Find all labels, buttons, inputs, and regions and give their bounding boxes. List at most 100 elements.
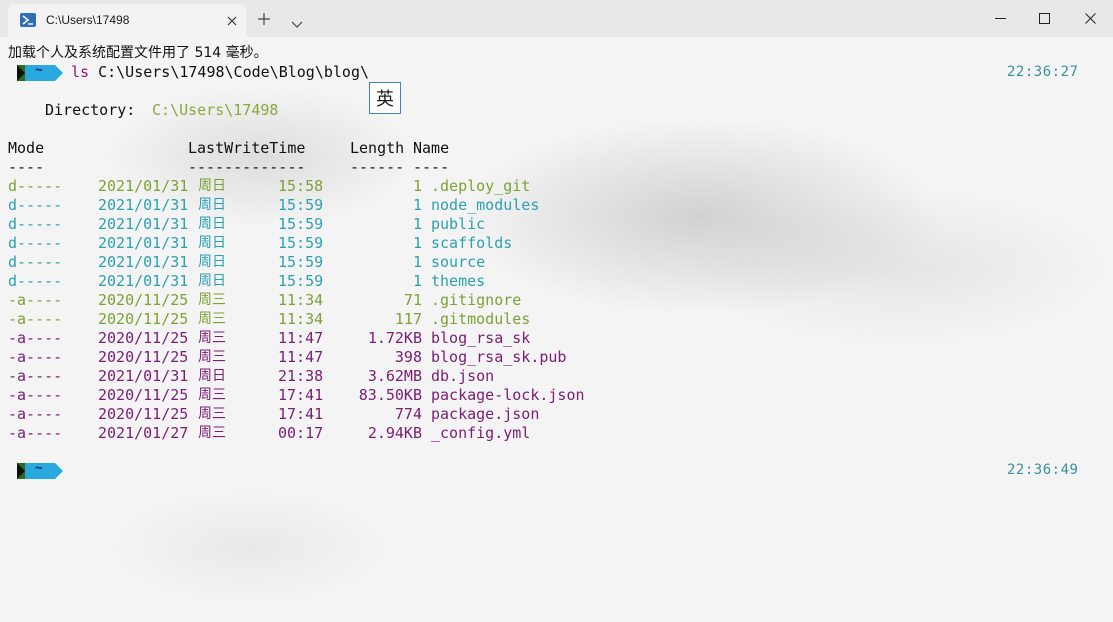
weekday-cell: 周日 bbox=[198, 197, 226, 213]
minimize-button[interactable] bbox=[977, 0, 1023, 37]
header-length: Length bbox=[350, 139, 405, 157]
mode-cell: -a---- bbox=[8, 405, 63, 423]
length-cell: 1 bbox=[412, 215, 422, 233]
weekday-cell: 周日 bbox=[198, 273, 226, 289]
table-row: -a---- 2020/11/25 周三 11:34 71 .gitignore bbox=[0, 291, 700, 310]
mode-cell: -a---- bbox=[8, 386, 63, 404]
time-cell: 11:47 bbox=[278, 348, 324, 366]
name-cell: themes bbox=[431, 272, 486, 290]
load-message: 加载个人及系统配置文件用了 514 毫秒。 bbox=[8, 45, 268, 61]
table-row: d----- 2021/01/31 周日 15:59 1 source bbox=[0, 253, 700, 272]
weekday-cell: 周日 bbox=[198, 368, 226, 384]
length-cell: 1 bbox=[412, 177, 422, 195]
time-cell: 15:59 bbox=[278, 196, 324, 214]
length-cell: 1 bbox=[412, 253, 422, 271]
mode-cell: -a---- bbox=[8, 367, 63, 385]
date-cell: 2021/01/31 bbox=[98, 177, 189, 195]
mode-cell: d----- bbox=[8, 272, 63, 290]
header-mode: Mode bbox=[8, 139, 45, 157]
length-cell: 398 bbox=[394, 348, 422, 366]
minimize-icon bbox=[995, 18, 1006, 19]
name-cell: public bbox=[431, 215, 486, 233]
date-cell: 2021/01/31 bbox=[98, 215, 189, 233]
table-row: -a---- 2021/01/27 周三 00:17 2.94KB _config.yml bbox=[0, 424, 700, 443]
weekday-cell: 周三 bbox=[198, 425, 226, 441]
weekday-cell: 周三 bbox=[198, 292, 226, 308]
maximize-icon bbox=[1039, 13, 1050, 24]
title-bar: C:\Users\17498 bbox=[0, 0, 1113, 37]
time-cell: 17:41 bbox=[278, 386, 324, 404]
table-row: d----- 2021/01/31 周日 15:58 1 .deploy_git bbox=[0, 177, 700, 196]
directory-path: C:\Users\17498 bbox=[152, 101, 279, 119]
mode-cell: d----- bbox=[8, 215, 63, 233]
mode-cell: -a---- bbox=[8, 310, 63, 328]
prompt-symbol: ~ bbox=[35, 63, 43, 78]
name-cell: db.json bbox=[431, 367, 495, 385]
new-tab-icon[interactable] bbox=[257, 11, 271, 25]
maximize-button[interactable] bbox=[1021, 0, 1067, 37]
command-keyword: ls bbox=[71, 63, 90, 81]
length-cell: 71 bbox=[403, 291, 422, 309]
date-cell: 2020/11/25 bbox=[98, 348, 189, 366]
length-cell: 117 bbox=[394, 310, 422, 328]
header-lastwritetime: LastWriteTime bbox=[188, 139, 306, 157]
prompt-badge: ~ bbox=[17, 63, 63, 81]
tab-terminal[interactable]: C:\Users\17498 bbox=[8, 4, 246, 37]
table-row: d----- 2021/01/31 周日 15:59 1 scaffolds bbox=[0, 234, 700, 253]
name-cell: .gitmodules bbox=[431, 310, 531, 328]
separator-lastwritetime: ------------- bbox=[188, 158, 306, 176]
table-row: d----- 2021/01/31 周日 15:59 1 public bbox=[0, 215, 700, 234]
date-cell: 2020/11/25 bbox=[98, 386, 189, 404]
date-cell: 2021/01/31 bbox=[98, 272, 189, 290]
mode-cell: -a---- bbox=[8, 348, 63, 366]
chevron-down-icon[interactable] bbox=[291, 14, 303, 28]
mode-cell: -a---- bbox=[8, 291, 63, 309]
time-cell: 11:47 bbox=[278, 329, 324, 347]
tab-title: C:\Users\17498 bbox=[46, 13, 130, 27]
time-cell: 15:59 bbox=[278, 272, 324, 290]
weekday-cell: 周日 bbox=[198, 235, 226, 251]
time-cell: 15:59 bbox=[278, 215, 324, 233]
mode-cell: d----- bbox=[8, 177, 63, 195]
name-cell: .deploy_git bbox=[431, 177, 531, 195]
time-cell: 21:38 bbox=[278, 367, 324, 385]
mode-cell: d----- bbox=[8, 196, 63, 214]
date-cell: 2020/11/25 bbox=[98, 310, 189, 328]
close-icon bbox=[1085, 13, 1096, 24]
time-cell: 15:59 bbox=[278, 253, 324, 271]
powershell-icon bbox=[20, 13, 36, 27]
command-args: C:\Users\17498\Code\Blog\blog\ bbox=[98, 63, 370, 81]
length-cell: 1 bbox=[412, 272, 422, 290]
name-cell: package.json bbox=[431, 405, 540, 423]
name-cell: source bbox=[431, 253, 486, 271]
prompt-time: 22:36:27 bbox=[1007, 64, 1079, 80]
name-cell: package-lock.json bbox=[431, 386, 585, 404]
close-tab-icon[interactable] bbox=[225, 13, 239, 27]
length-cell: 83.50KB bbox=[358, 386, 422, 404]
table-row: -a---- 2020/11/25 周三 11:47 1.72KB blog_rsa_sk bbox=[0, 329, 700, 348]
date-cell: 2021/01/31 bbox=[98, 234, 189, 252]
length-cell: 3.62MB bbox=[367, 367, 422, 385]
date-cell: 2020/11/25 bbox=[98, 405, 189, 423]
date-cell: 2020/11/25 bbox=[98, 329, 189, 347]
date-cell: 2020/11/25 bbox=[98, 291, 189, 309]
mode-cell: -a---- bbox=[8, 329, 63, 347]
name-cell: scaffolds bbox=[431, 234, 513, 252]
length-cell: 1 bbox=[412, 196, 422, 214]
directory-label: Directory: bbox=[45, 101, 136, 119]
name-cell: .gitignore bbox=[431, 291, 522, 309]
close-window-button[interactable] bbox=[1067, 0, 1113, 37]
time-cell: 00:17 bbox=[278, 424, 324, 442]
time-cell: 11:34 bbox=[278, 310, 324, 328]
name-cell: _config.yml bbox=[431, 424, 531, 442]
table-row: -a---- 2020/11/25 周三 11:47 398 blog_rsa_sk.pu… bbox=[0, 348, 700, 367]
table-row: -a---- 2021/01/31 周日 21:38 3.62MB db.json bbox=[0, 367, 700, 386]
table-row: d----- 2021/01/31 周日 15:59 1 themes bbox=[0, 272, 700, 291]
mode-cell: d----- bbox=[8, 253, 63, 271]
ime-indicator[interactable]: 英 bbox=[369, 82, 401, 114]
name-cell: node_modules bbox=[431, 196, 540, 214]
time-cell: 15:59 bbox=[278, 234, 324, 252]
prompt-badge: ~ bbox=[17, 461, 63, 479]
command-line: ls C:\Users\17498\Code\Blog\blog\ bbox=[71, 63, 369, 81]
length-cell: 2.94KB bbox=[367, 424, 422, 442]
